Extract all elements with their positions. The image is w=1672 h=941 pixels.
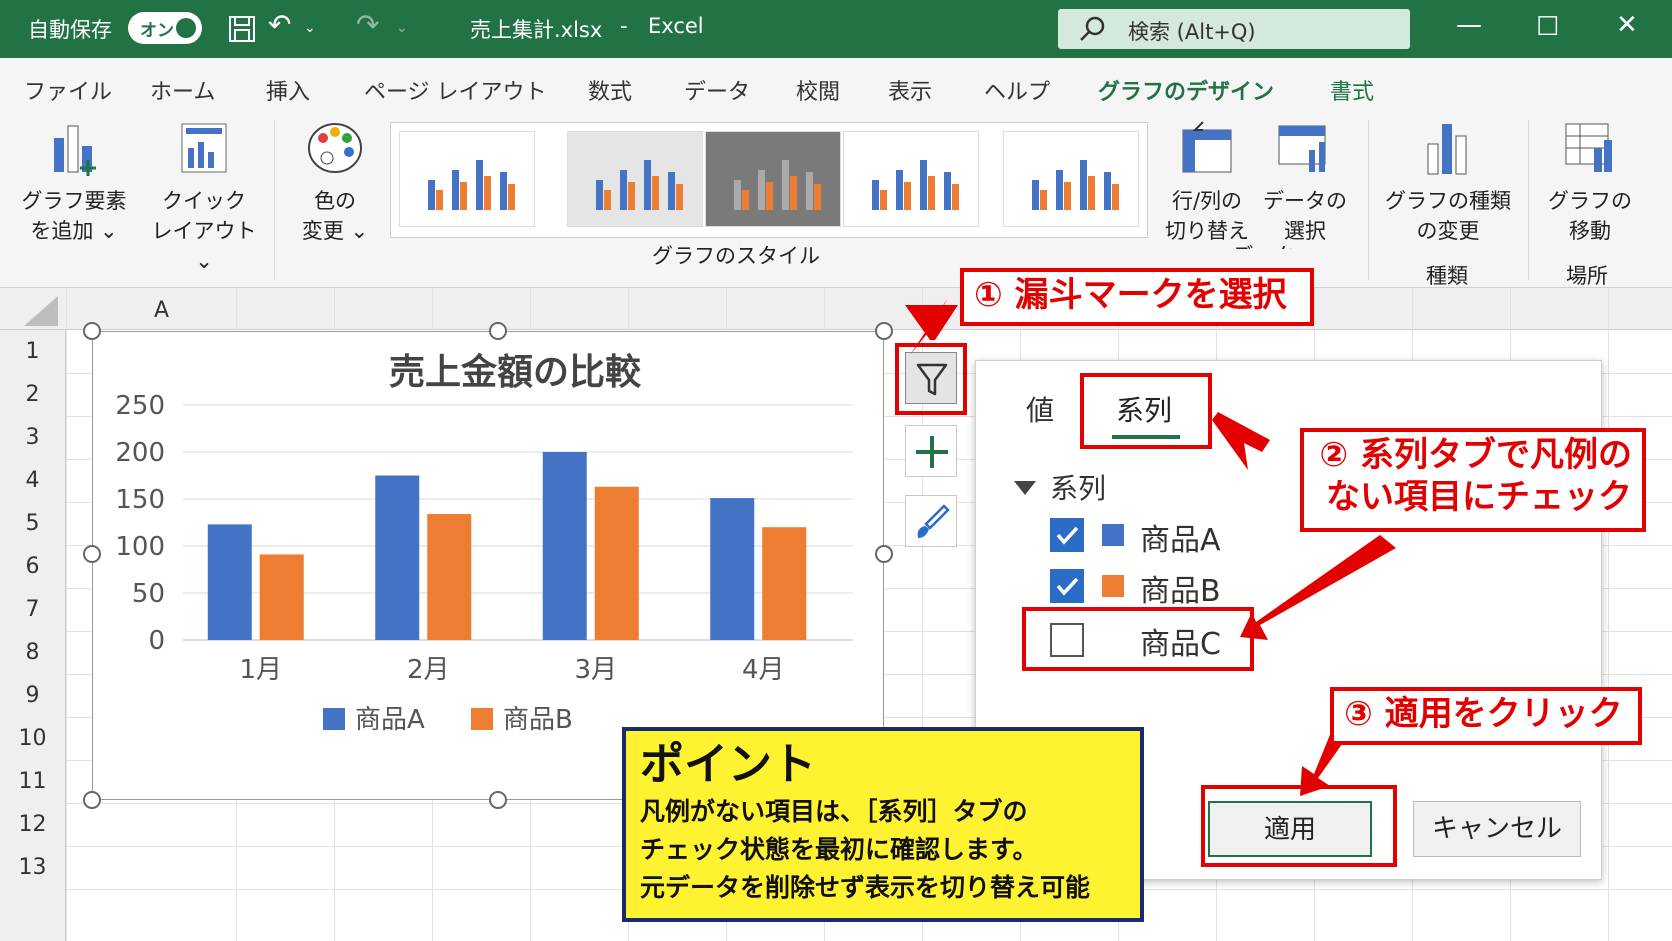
arrow-2b-icon [1240, 535, 1396, 640]
point-line-2: チェック状態を最初に確認します。 [640, 835, 1038, 864]
callout-step-3: ③ 適用をクリック [1330, 687, 1642, 745]
callout-step-1: ① 漏斗マークを選択 [960, 268, 1314, 326]
point-line-3: 元データを削除せず表示を切り替え可能 [640, 873, 1091, 902]
callout-step-2-line-1: ② 系列タブで凡例の [1319, 435, 1632, 475]
point-heading: ポイント [640, 739, 816, 790]
point-note-box: ポイント 凡例がない項目は、［系列］タブの チェック状態を最初に確認します。 元… [622, 727, 1144, 922]
arrow-1-icon [905, 305, 958, 340]
callout-step-2: ② 系列タブで凡例の ない項目にチェック [1300, 428, 1646, 532]
point-line-1: 凡例がない項目は、［系列］タブの [640, 797, 1028, 826]
callout-step-2-line-2: ない項目にチェック [1326, 477, 1632, 517]
arrow-2a-icon [1212, 412, 1270, 470]
